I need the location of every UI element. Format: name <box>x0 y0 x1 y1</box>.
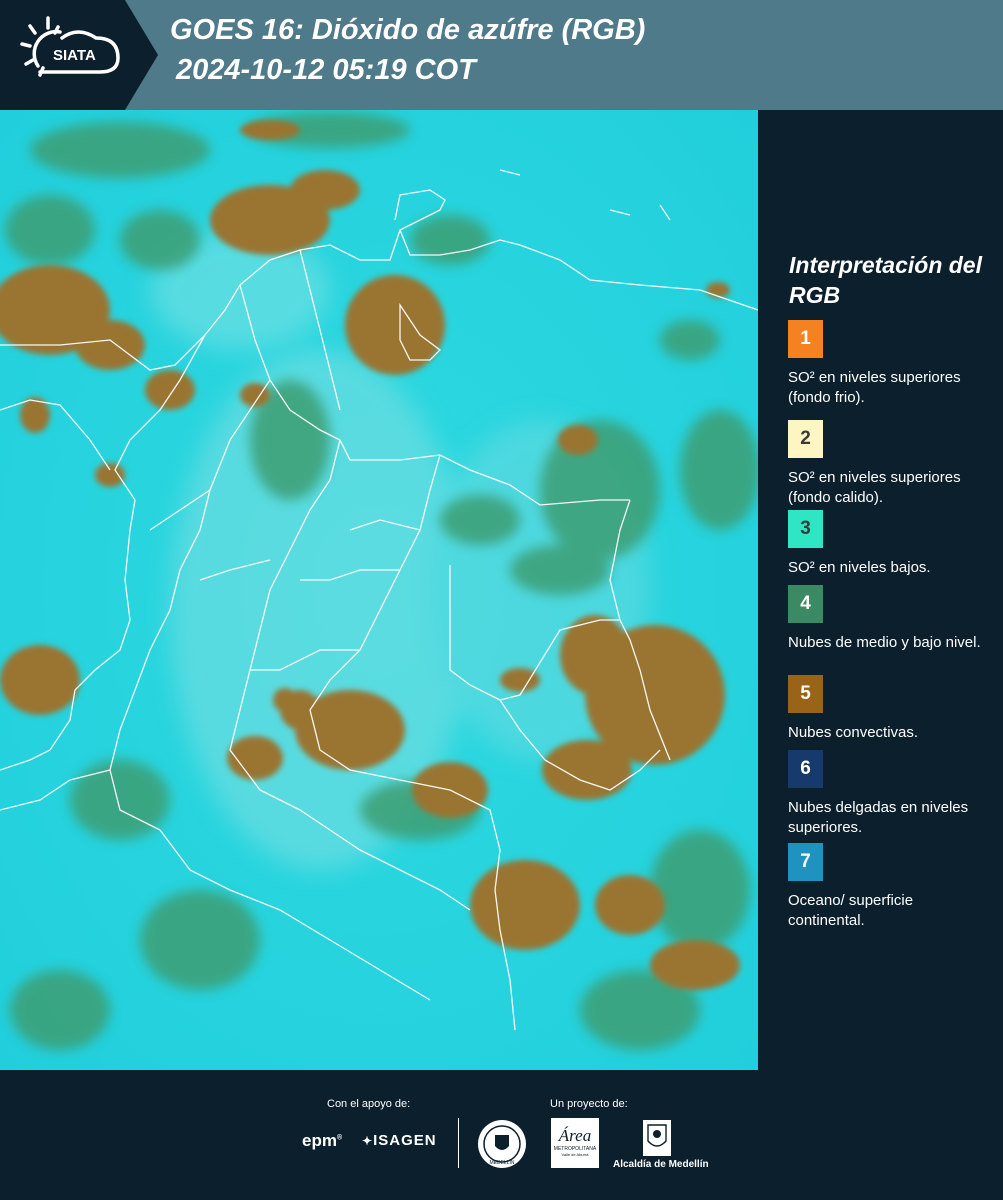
title-line-2: 2024-10-12 05:19 COT <box>176 54 476 86</box>
alcaldia-text: Alcaldía de Medellín <box>613 1159 709 1170</box>
satellite-map <box>0 110 758 1070</box>
svg-text:MEDELLÍN: MEDELLÍN <box>489 1159 514 1166</box>
legend-text: Nubes de medio y bajo nivel. <box>788 634 981 651</box>
header: SIATA GOES 16: Dióxido de azúfre (RGB) 2… <box>0 0 1003 110</box>
footer-divider <box>458 1118 459 1168</box>
legend-swatch: 5 <box>788 675 823 713</box>
legend-title: Interpretación del RGB <box>789 252 982 308</box>
legend-text: SO² en niveles bajos. <box>788 559 931 576</box>
legend-swatch: 6 <box>788 750 823 788</box>
epm-logo: epm® <box>302 1131 343 1150</box>
legend-item-4: 4 Nubes de medio y bajo nivel. <box>788 585 993 653</box>
legend-item-7: 7 Oceano/ superficie continental. <box>788 843 993 931</box>
siata-logo-text: SIATA <box>53 47 96 64</box>
legend-panel: Interpretación del RGB 1 SO² en niveles s… <box>758 110 1003 1070</box>
legend-swatch: 4 <box>788 585 823 623</box>
support-label: Con el apoyo de: <box>327 1098 411 1110</box>
legend-text: Oceano/ superficie continental. <box>788 892 914 929</box>
project-label: Un proyecto de: <box>550 1098 628 1110</box>
legend-swatch: 7 <box>788 843 823 881</box>
area-metropolitana-logo: Área METROPOLITANA Valle de Aburrá <box>551 1118 599 1168</box>
legend-text: Nubes delgadas en niveles superiores. <box>788 799 969 836</box>
medellin-seal-logo: MEDELLÍN <box>478 1120 526 1168</box>
legend-swatch: 1 <box>788 320 823 358</box>
siata-logo: SIATA <box>0 0 158 110</box>
legend-text: SO² en niveles superiores (fondo calido)… <box>788 469 961 506</box>
legend-swatch: 2 <box>788 420 823 458</box>
legend-item-5: 5 Nubes convectivas. <box>788 675 993 743</box>
map-image <box>0 110 758 1070</box>
legend-swatch: 3 <box>788 510 823 548</box>
legend-item-2: 2 SO² en niveles superiores (fondo calido… <box>788 420 993 508</box>
legend-item-6: 6 Nubes delgadas en niveles superiores. <box>788 750 993 838</box>
legend-item-1: 1 SO² en niveles superiores (fondo frio). <box>788 320 993 408</box>
isagen-logo: ✦ISAGEN <box>362 1132 437 1149</box>
legend-text: Nubes convectivas. <box>788 724 919 741</box>
legend-item-3: 3 SO² en niveles bajos. <box>788 510 993 578</box>
alcaldia-shield-logo <box>643 1120 671 1156</box>
isagen-star-icon: ✦ <box>362 1134 374 1148</box>
legend-text: SO² en niveles superiores (fondo frio). <box>788 369 961 406</box>
title-line-1: GOES 16: Dióxido de azúfre (RGB) <box>170 14 646 46</box>
footer: Con el apoyo de: Un proyecto de: epm® ✦I… <box>0 1070 1003 1200</box>
